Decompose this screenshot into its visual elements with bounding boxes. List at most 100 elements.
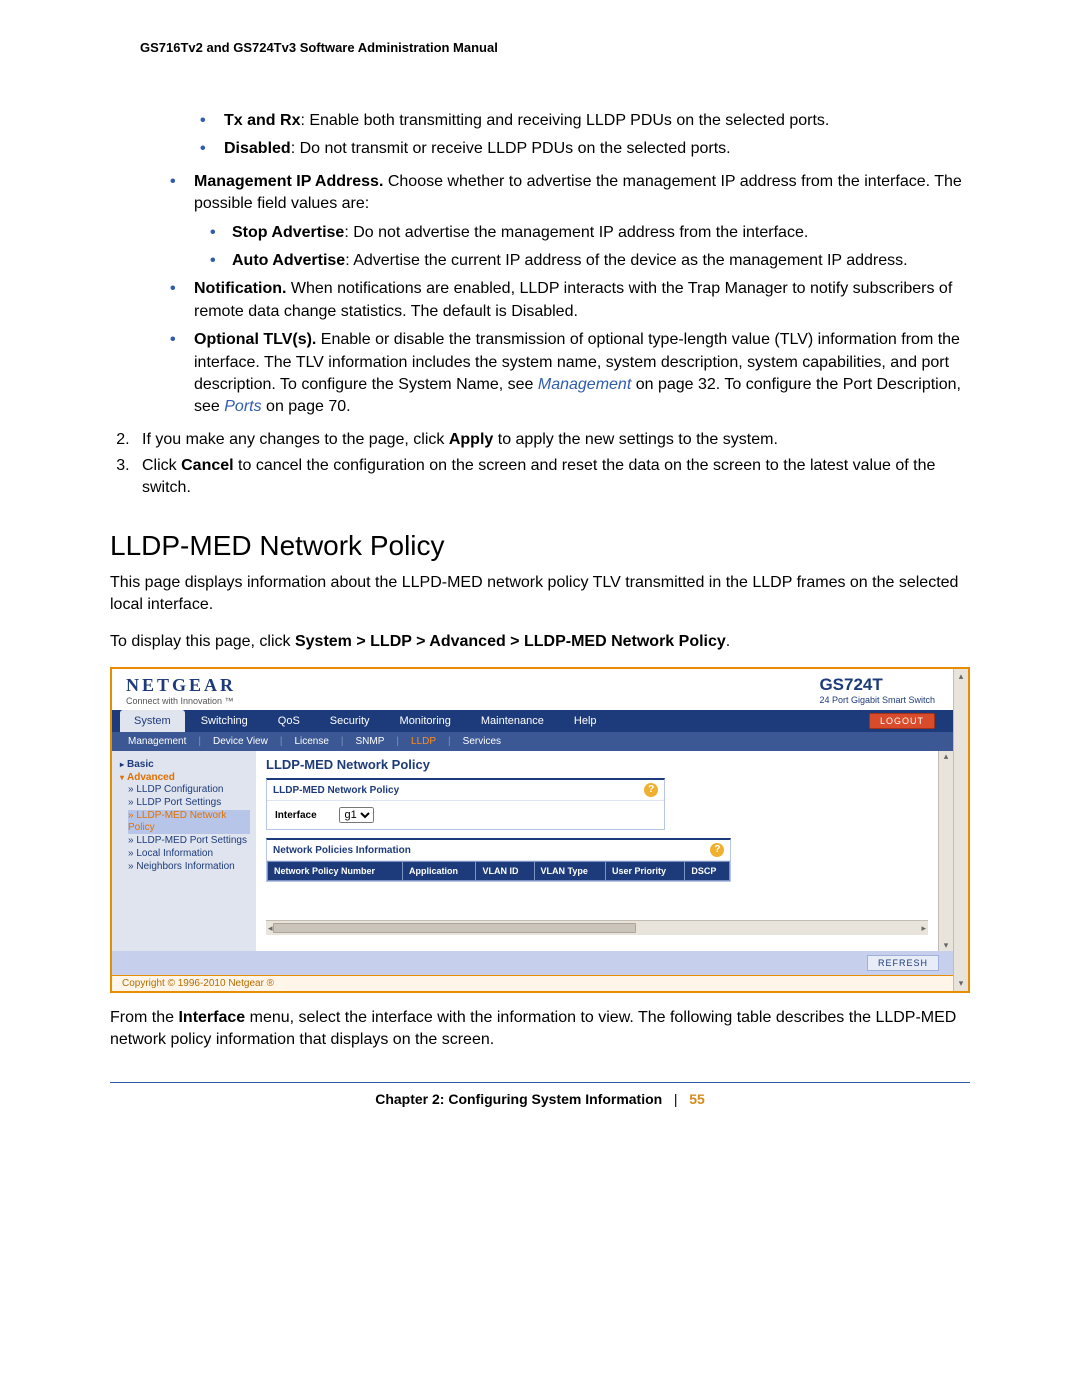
netgear-logo: NETGEAR [126, 675, 236, 696]
opt-notif-label: Notification. [194, 280, 286, 297]
para-path: To display this page, click System > LLD… [110, 631, 970, 653]
col-userprio: User Priority [605, 862, 684, 881]
step-3-pre: Click [142, 457, 181, 474]
opt-txrx-label: Tx and Rx [224, 112, 300, 129]
tab-switching[interactable]: Switching [187, 710, 262, 732]
sidebar-item-local-info[interactable]: » Local Information [128, 848, 250, 860]
breadcrumb-path: System > LLDP > Advanced > LLDP-MED Netw… [295, 633, 726, 650]
tab-monitoring[interactable]: Monitoring [386, 710, 465, 732]
sidebar-item-lldp-med-np[interactable]: » LLDP-MED Network Policy [128, 810, 250, 834]
tab-security[interactable]: Security [316, 710, 384, 732]
opt-disabled: Disabled: Do not transmit or receive LLD… [200, 138, 970, 160]
content-area: LLDP-MED Network Policy LLDP-MED Network… [256, 751, 938, 951]
logout-button[interactable]: LOGOUT [869, 713, 935, 729]
subnav-services[interactable]: Services [459, 736, 505, 747]
para-post-shot: From the Interface menu, select the inte… [110, 1007, 970, 1052]
tab-maintenance[interactable]: Maintenance [467, 710, 558, 732]
subnav-license[interactable]: License [290, 736, 332, 747]
sidebar: ▸Basic ▾Advanced » LLDP Configuration » … [112, 751, 256, 951]
opt-notif-text: When notifications are enabled, LLDP int… [194, 280, 952, 319]
ui-screenshot: NETGEAR Connect with Innovation ™ GS724T… [110, 667, 970, 993]
sidebar-basic[interactable]: ▸Basic [120, 759, 250, 770]
network-policies-table: Network Policy Number Application VLAN I… [267, 861, 730, 881]
opt-txrx-text: : Enable both transmitting and receiving… [300, 112, 829, 129]
link-management[interactable]: Management [538, 376, 631, 393]
tagline: Connect with Innovation ™ [126, 696, 236, 706]
interface-label: Interface [275, 810, 317, 821]
tab-system[interactable]: System [120, 710, 185, 732]
sidebar-advanced[interactable]: ▾Advanced [120, 772, 250, 783]
inner-vertical-scrollbar[interactable]: ▴ ▾ [938, 751, 953, 951]
scroll-right-icon[interactable]: ▸ [921, 923, 926, 934]
col-vlanid: VLAN ID [476, 862, 534, 881]
footer-sep: | [674, 1091, 678, 1107]
opt-auto-text: : Advertise the current IP address of th… [345, 252, 907, 269]
scroll-up-icon[interactable]: ▴ [954, 669, 968, 682]
interface-select[interactable]: g1 [339, 807, 374, 823]
step-3-cancel: Cancel [181, 457, 233, 474]
subnav-device-view[interactable]: Device View [209, 736, 272, 747]
chevron-right-icon: ▸ [120, 760, 124, 769]
opt-notif: Notification. When notifications are ena… [170, 278, 970, 323]
sidebar-item-lldp-med-port[interactable]: » LLDP-MED Port Settings [128, 835, 250, 847]
opt-disabled-label: Disabled [224, 140, 291, 157]
outer-vertical-scrollbar[interactable]: ▴ ▾ [953, 669, 968, 991]
model-name: GS724T [819, 675, 935, 695]
refresh-button[interactable]: REFRESH [867, 955, 939, 971]
scroll-thumb[interactable] [273, 923, 637, 933]
panel-title: LLDP-MED Network Policy [266, 757, 928, 772]
opt-stop-text: : Do not advertise the management IP add… [344, 224, 808, 241]
opt-auto-label: Auto Advertise [232, 252, 345, 269]
footer-chapter: Chapter 2: Configuring System Informatio… [375, 1091, 662, 1107]
scroll-left-icon[interactable]: ◂ [268, 923, 273, 934]
copyright-text: Copyright © 1996-2010 Netgear ® [112, 975, 953, 991]
opt-stop: Stop Advertise: Do not advertise the man… [210, 222, 970, 244]
section-heading: LLDP-MED Network Policy [110, 530, 970, 562]
sidebar-item-lldp-port[interactable]: » LLDP Port Settings [128, 797, 250, 809]
step-3-post: to cancel the configuration on the scree… [142, 457, 935, 496]
col-dscp: DSCP [685, 862, 730, 881]
sub-nav: Management| Device View| License| SNMP| … [112, 732, 953, 751]
subnav-lldp[interactable]: LLDP [407, 736, 440, 747]
model-subtitle: 24 Port Gigabit Smart Switch [819, 695, 935, 705]
tab-help[interactable]: Help [560, 710, 611, 732]
opt-tlv-post: on page 70. [262, 398, 351, 415]
opt-stop-label: Stop Advertise [232, 224, 344, 241]
opt-txrx: Tx and Rx: Enable both transmitting and … [200, 110, 970, 132]
opt-tlv: Optional TLV(s). Enable or disable the t… [170, 329, 970, 419]
step-2-pre: If you make any changes to the page, cli… [142, 431, 449, 448]
post-shot-pre: From the [110, 1009, 178, 1026]
opt-mgmt-label: Management IP Address. [194, 173, 383, 190]
post-shot-b: Interface [178, 1009, 245, 1026]
sidebar-item-neighbors-info[interactable]: » Neighbors Information [128, 861, 250, 873]
step-2: If you make any changes to the page, cli… [134, 429, 970, 451]
para-intro: This page displays information about the… [110, 572, 970, 617]
link-ports[interactable]: Ports [224, 398, 261, 415]
step-3: Click Cancel to cancel the configuration… [134, 455, 970, 500]
para-path-pre: To display this page, click [110, 633, 295, 650]
page-footer: Chapter 2: Configuring System Informatio… [110, 1091, 970, 1107]
opt-auto: Auto Advertise: Advertise the current IP… [210, 250, 970, 272]
help-icon[interactable]: ? [644, 783, 658, 797]
opt-disabled-text: : Do not transmit or receive LLDP PDUs o… [291, 140, 731, 157]
para-path-post: . [726, 633, 730, 650]
panel1-head: LLDP-MED Network Policy [273, 785, 399, 796]
step-2-post: to apply the new settings to the system. [493, 431, 778, 448]
panel2-head: Network Policies Information [273, 845, 411, 856]
horizontal-scrollbar[interactable]: ◂ ▸ [266, 920, 928, 935]
scroll-down-icon[interactable]: ▾ [954, 978, 968, 991]
sidebar-item-lldp-config[interactable]: » LLDP Configuration [128, 784, 250, 796]
scroll-down-icon[interactable]: ▾ [944, 940, 949, 951]
scroll-up-icon[interactable]: ▴ [944, 751, 949, 762]
tab-qos[interactable]: QoS [264, 710, 314, 732]
step-2-apply: Apply [449, 431, 493, 448]
help-icon[interactable]: ? [710, 843, 724, 857]
subnav-snmp[interactable]: SNMP [352, 736, 389, 747]
col-vlantype: VLAN Type [534, 862, 605, 881]
col-npnum: Network Policy Number [268, 862, 403, 881]
footer-page-number: 55 [689, 1091, 705, 1107]
subnav-management[interactable]: Management [124, 736, 190, 747]
chevron-down-icon: ▾ [120, 773, 124, 782]
opt-tlv-label: Optional TLV(s). [194, 331, 316, 348]
main-nav: System Switching QoS Security Monitoring… [112, 710, 953, 732]
